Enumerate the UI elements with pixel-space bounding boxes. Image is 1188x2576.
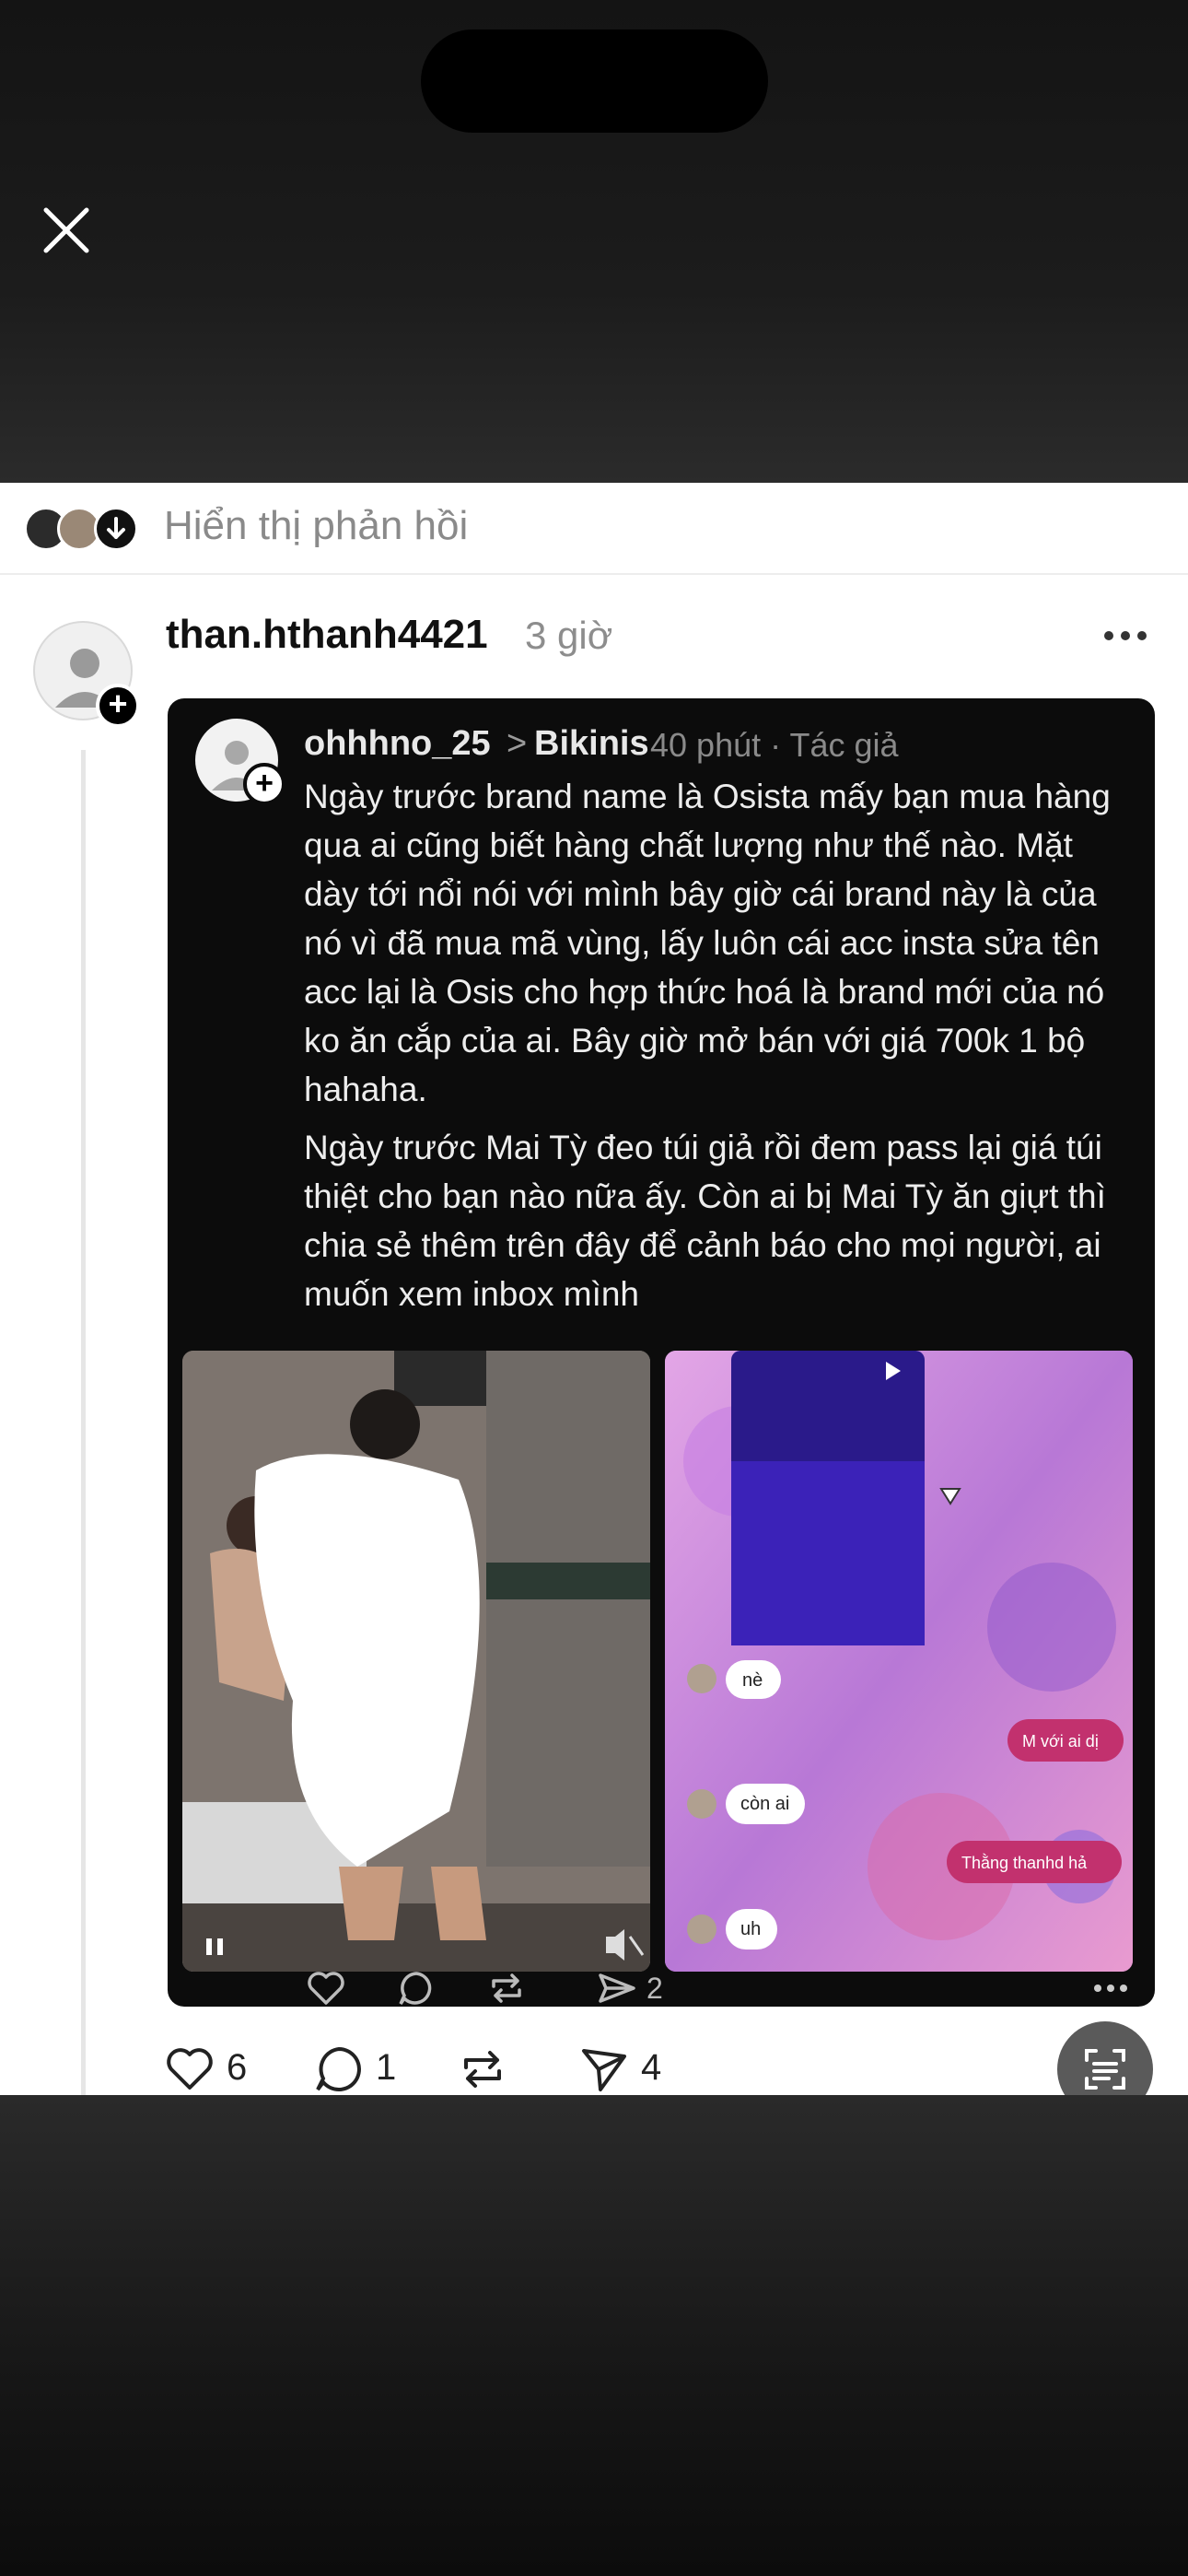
chat-message: M với ai dị — [1022, 1732, 1099, 1751]
more-icon[interactable] — [1101, 625, 1149, 647]
post-username[interactable]: than.hthanh4421 — [166, 612, 488, 658]
embedded-paragraph: Ngày trước brand name là Osista mấy bạn … — [304, 778, 1111, 1108]
like-count: 6 — [227, 2047, 248, 2088]
embedded-meta: 40 phút · Tác giả — [650, 726, 899, 764]
comment-icon[interactable] — [313, 2043, 365, 2095]
post-actions: 6 1 4 — [164, 2043, 1085, 2095]
heart-icon[interactable] — [164, 2043, 215, 2095]
thread-line — [81, 750, 86, 2095]
repost-icon — [492, 1973, 521, 2003]
close-icon[interactable] — [37, 201, 96, 260]
top-overlay — [0, 0, 1188, 483]
video-thumbnail — [182, 1351, 650, 1972]
chat-message: nè — [742, 1670, 763, 1691]
show-replies-label[interactable]: Hiển thị phản hồi — [164, 503, 468, 549]
heart-icon — [308, 1972, 344, 2005]
chat-message: còn ai — [740, 1794, 789, 1814]
chat-message: uh — [740, 1919, 761, 1939]
media-video-left — [182, 1351, 650, 1972]
reply-avatars — [24, 501, 144, 553]
send-icon — [599, 1973, 635, 2003]
embedded-body: Ngày trước brand name là Osista mấy bạn … — [304, 772, 1133, 1328]
follow-plus-icon[interactable]: + — [96, 684, 140, 728]
arrow-down-icon — [107, 517, 125, 539]
embedded-actions: 2 — [168, 1970, 1155, 2007]
share-count: 4 — [641, 2047, 662, 2088]
bottom-overlay — [0, 2095, 1188, 2576]
embedded-username: ohhhno_25 — [304, 724, 491, 763]
dynamic-island — [421, 29, 768, 133]
scan-text-icon — [1085, 2049, 1125, 2090]
text-recognition-button[interactable] — [1057, 2021, 1153, 2095]
chat-screenshot: nè M với ai dị còn ai Thằng thanhd hả uh — [665, 1351, 1133, 1972]
send-icon[interactable] — [578, 2043, 630, 2095]
chat-message: Thằng thanhd hả — [961, 1853, 1088, 1872]
embedded-paragraph: Ngày trước Mai Tỳ đeo túi giả rồi đem pa… — [304, 1129, 1106, 1313]
media-chat-screenshot: nè M với ai dị còn ai Thằng thanhd hả uh — [665, 1351, 1133, 1972]
reply-avatar-arrow — [94, 507, 138, 551]
more-icon — [1094, 1985, 1127, 1992]
embedded-screenshot[interactable]: + ohhhno_25 > Bikinis 40 phút · Tác giả … — [168, 698, 1155, 2007]
screenshot-sheet: Hiển thị phản hồi + than.hthanh4421 3 gi… — [0, 483, 1188, 2095]
embedded-follow-plus-icon: + — [243, 763, 285, 805]
send-count: 2 — [646, 1972, 663, 2005]
repost-icon[interactable] — [457, 2043, 508, 2095]
comment-count: 1 — [376, 2047, 397, 2088]
comment-icon — [399, 1972, 432, 2005]
chevron-right-icon: > — [507, 724, 528, 763]
show-replies-row[interactable]: Hiển thị phản hồi — [0, 483, 1188, 575]
embedded-topic: Bikinis — [534, 724, 649, 763]
post-time: 3 giờ — [525, 614, 613, 657]
